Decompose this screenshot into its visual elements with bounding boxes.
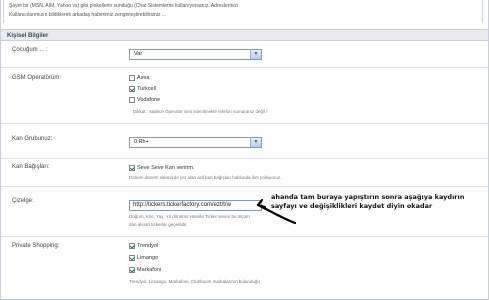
gsm-hint: Dikkat : sadece Operatör ismi istenilmek… [133,109,268,114]
ticker-label: Çizelge: [12,198,34,204]
blood-select[interactable]: 0 Rh+ ▼ [129,137,262,148]
section-title: Kişisel Bilgiler [1,29,488,41]
gsm-option-avea[interactable]: Avea [129,74,149,82]
child-label: Çocuğum ... : [12,47,48,53]
gsm-option-label: Vodafone [137,97,161,103]
form-panel: Şayet bir (MSN, AIM, Yahoo vs) gibi pink… [0,0,489,300]
annotation-line-2: sayfayı ve değişiklikleri kaydet diyin o… [271,202,433,210]
chevron-down-icon: ▼ [250,50,261,59]
row-donation: Kan Bağışları: Seve Seve Kan veririm. Dö… [1,159,488,187]
gsm-option-label: Turkcell [137,86,157,92]
donation-label: Kan Bağışları: [12,164,50,170]
checkbox-icon[interactable] [129,74,135,81]
chevron-down-icon: ▼ [250,138,261,147]
blood-select-value: 0 Rh+ [134,139,149,145]
row-shopping: Private Shopping: Trendyol Limango Marka… [1,237,488,299]
note-line-1: Şayet bir (MSN, AIM, Yahoo vs) gibi pink… [9,3,239,9]
gsm-option-turkcell[interactable]: Turkcell [129,85,156,93]
gsm-option-vodafone[interactable]: Vodafone [129,96,160,104]
checkbox-checked-icon[interactable] [129,85,135,92]
row-blood: Kan Grubunuz: 0 Rh+ ▼ [1,124,488,159]
handwritten-annotation: ahanda tam buraya yapıştırın sonra aşağı… [271,193,464,211]
shopping-hint: Trendyol, Limango, Markafoni, Clubboom m… [129,279,260,284]
ticker-hint-2: dan alınan tickerlar geçerlidir. [129,222,188,227]
child-select[interactable]: Var ▼ [129,49,262,60]
blood-label: Kan Grubunuz: [12,136,53,142]
checkbox-checked-icon[interactable] [129,242,135,249]
ticker-url-input[interactable]: http://tickers.tickerfactory.com/ezt/t/w [129,200,262,211]
note-line-2: Kullanıcılarımızın bildiklerek arkadaş h… [9,12,167,18]
gsm-label: GSM Operatörüm: [12,75,62,81]
annotation-line-1: ahanda tam buraya yapıştırın sonra aşağı… [271,193,465,201]
checkbox-checked-icon[interactable] [129,254,135,261]
shopping-option-label: Trendyol [137,243,159,249]
checkbox-checked-icon[interactable] [129,164,135,171]
shopping-option-markafoni[interactable]: Markafoni [129,266,161,274]
child-select-value: Var [134,51,143,57]
row-gsm: GSM Operatörüm: Avea Turkcell Vodafone D… [1,68,488,124]
gsm-option-label: Avea [137,75,150,81]
checkbox-icon[interactable] [129,96,135,103]
ticker-hint-1: Doğum, Kilo, Yaş, Yıl dönümü Hamile Tick… [129,214,250,219]
messenger-note: Şayet bir (MSN, AIM, Yahoo vs) gibi pink… [3,0,483,23]
donation-option-label: Seve Seve Kan veririm. [137,165,195,171]
donation-hint: Dönem dönem sitemizde yer alan acil kan … [129,175,282,180]
shopping-option-label: Markafoni [137,267,162,273]
arrow-icon [256,198,297,225]
checkbox-checked-icon[interactable] [129,266,135,273]
shopping-option-trendyol[interactable]: Trendyol [129,242,158,250]
row-child: Çocuğum ... : Var ▼ [1,41,488,68]
shopping-label: Private Shopping: [12,243,60,249]
donation-option[interactable]: Seve Seve Kan veririm. [129,164,194,172]
shopping-option-limango[interactable]: Limango [129,254,158,262]
shopping-option-label: Limango [137,255,159,261]
